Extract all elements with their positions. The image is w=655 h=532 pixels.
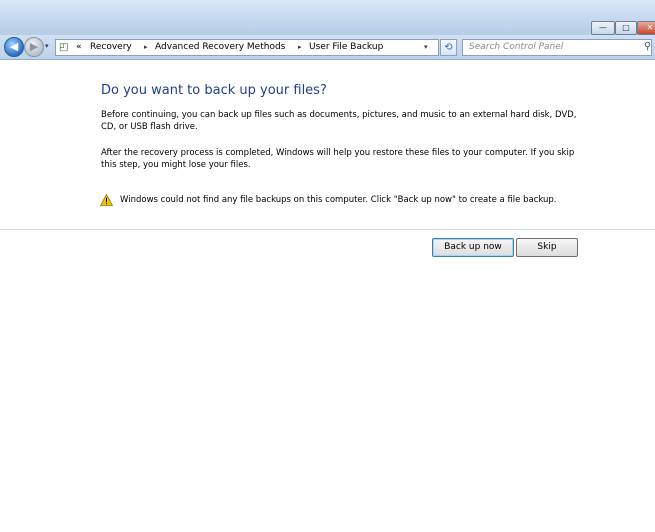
breadcrumb-separator[interactable]: ▸ xyxy=(144,42,148,53)
breadcrumb-advanced-recovery[interactable]: Advanced Recovery Methods xyxy=(155,42,285,53)
breadcrumb-user-file-backup[interactable]: User File Backup xyxy=(309,42,383,53)
back-button[interactable]: ◀ xyxy=(4,37,24,57)
refresh-button[interactable]: ⟲ xyxy=(440,39,457,56)
control-panel-icon: ◰ xyxy=(59,42,69,53)
address-dropdown[interactable]: ▾ xyxy=(424,42,428,53)
arrow-left-icon: ◀ xyxy=(9,40,19,53)
history-dropdown[interactable]: ▾ xyxy=(45,42,49,50)
close-button[interactable]: ✕ xyxy=(637,21,655,35)
intro-text: Before continuing, you can back up files… xyxy=(101,110,577,132)
title-bar: — □ ✕ xyxy=(0,0,655,35)
warning-icon xyxy=(100,194,113,206)
control-panel-window: — □ ✕ ◀ ▶ ▾ ◰ « Recovery ▸ Advanced Reco… xyxy=(0,0,655,532)
main-content: Do you want to back up your files? Befor… xyxy=(0,60,655,532)
skip-button[interactable]: Skip xyxy=(516,238,578,257)
navigation-bar: ◀ ▶ ▾ ◰ « Recovery ▸ Advanced Recovery M… xyxy=(0,35,655,60)
maximize-button[interactable]: □ xyxy=(615,21,637,35)
back-up-now-button[interactable]: Back up now xyxy=(432,238,514,257)
refresh-icon: ⟲ xyxy=(444,42,453,53)
search-icon[interactable]: ⚲ xyxy=(644,41,651,52)
address-bar[interactable]: ◰ « Recovery ▸ Advanced Recovery Methods… xyxy=(55,39,439,56)
minimize-button[interactable]: — xyxy=(591,21,615,35)
forward-button[interactable]: ▶ xyxy=(24,37,44,57)
search-input[interactable]: Search Control Panel xyxy=(462,39,652,56)
breadcrumb-separator[interactable]: ▸ xyxy=(298,42,302,53)
page-title: Do you want to back up your files? xyxy=(101,83,327,98)
warning-message: Windows could not find any file backups … xyxy=(120,195,557,205)
restore-info-text: After the recovery process is completed,… xyxy=(101,148,575,170)
arrow-right-icon: ▶ xyxy=(29,40,39,53)
address-prefix[interactable]: « xyxy=(76,42,82,53)
divider xyxy=(0,229,655,230)
breadcrumb-recovery[interactable]: Recovery xyxy=(90,42,132,53)
